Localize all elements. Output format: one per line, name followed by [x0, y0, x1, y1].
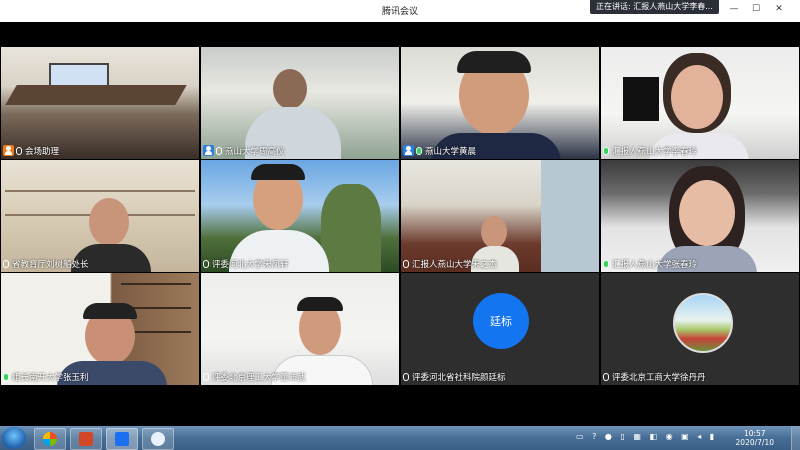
participant-label: 评委北京理工大学董沛武 [203, 370, 306, 383]
participant-name: 省教育厅刘树船处长 [12, 259, 89, 270]
participant-name: 评委北京工商大学徐丹丹 [612, 372, 706, 383]
participant-tile[interactable]: 组长南开大学张玉利 [1, 273, 199, 385]
participant-name: 燕山大学周高仪 [225, 146, 285, 157]
mic-on-icon [416, 146, 422, 155]
mic-off-icon [203, 259, 209, 268]
restore-button[interactable]: ☐ [749, 4, 763, 14]
participant-tile[interactable]: 燕山大学周高仪 [201, 47, 399, 159]
video-feed [601, 160, 799, 272]
participant-label: 汇报人燕山大学李春玲 [603, 144, 697, 157]
video-feed [201, 273, 399, 385]
participant-label: 评委北京工商大学徐丹丹 [603, 370, 706, 383]
mic-off-icon [3, 259, 9, 268]
participant-label: 汇报人燕山大学宋之杰 [403, 257, 497, 270]
show-desktop-button[interactable] [791, 426, 800, 450]
video-feed [401, 160, 599, 272]
video-grid: 会场助理 燕山大学周高仪 燕山大学黄晨 汇报人燕山大学李春玲 省教育厅刘树船处长… [0, 47, 800, 387]
powerpoint-icon[interactable] [70, 428, 102, 450]
participant-tile[interactable]: 燕山大学黄晨 [401, 47, 599, 159]
participant-name: 会场助理 [25, 146, 60, 157]
participant-name: 燕山大学黄晨 [425, 146, 477, 157]
video-feed [1, 160, 199, 272]
video-feed [1, 273, 199, 385]
video-feed [201, 47, 399, 159]
minimize-button[interactable]: — [727, 4, 741, 14]
taskbar-clock[interactable]: 10:57 2020/7/10 [736, 429, 774, 447]
participant-tile[interactable]: 汇报人燕山大学张春玲 [601, 160, 799, 272]
mic-off-icon [403, 259, 409, 268]
tencent-meeting-icon[interactable] [106, 428, 138, 450]
participant-tile[interactable]: 汇报人燕山大学李春玲 [601, 47, 799, 159]
mic-on-icon [3, 372, 9, 381]
participant-name: 汇报人燕山大学宋之杰 [412, 259, 498, 270]
mic-off-icon [16, 146, 22, 155]
participant-name: 汇报人燕山大学李春玲 [612, 146, 698, 157]
participant-label: 评委河北省社科院颜廷标 [403, 370, 506, 383]
participant-name: 组长南开大学张玉利 [12, 372, 89, 383]
participant-avatar-photo [673, 293, 733, 353]
start-icon[interactable] [2, 427, 26, 449]
participant-tile[interactable]: 省教育厅刘树船处长 [1, 160, 199, 272]
participant-label: 燕山大学周高仪 [203, 144, 285, 157]
clock-date: 2020/7/10 [735, 438, 774, 447]
mic-off-icon [603, 372, 609, 381]
participant-name: 评委北京理工大学董沛武 [212, 372, 306, 383]
video-feed [201, 160, 399, 272]
participant-tile[interactable]: 会场助理 [1, 47, 199, 159]
participant-tile[interactable]: 评委北京工商大学徐丹丹 [601, 273, 799, 385]
participant-label: 组长南开大学张玉利 [3, 370, 89, 383]
video-feed [1, 47, 199, 159]
media-icon[interactable] [34, 428, 66, 450]
system-tray[interactable]: ▭ ? ● ▯ ▦ ◧ ◉ ▣ ◂ ▮ [576, 432, 717, 441]
mic-off-icon [403, 372, 409, 381]
participant-label: 燕山大学黄晨 [403, 144, 476, 157]
participant-tile[interactable]: 汇报人燕山大学宋之杰 [401, 160, 599, 272]
participant-label: 会场助理 [3, 144, 59, 157]
participant-label: 评委河北大学宋凤轩 [203, 257, 289, 270]
mic-on-icon [603, 259, 609, 268]
clock-time: 10:57 [743, 429, 766, 438]
participant-name: 评委河北省社科院颜廷标 [412, 372, 506, 383]
video-feed [601, 47, 799, 159]
participant-label: 省教育厅刘树船处长 [3, 257, 89, 270]
participant-avatar: 廷标 [473, 293, 529, 349]
video-feed [401, 47, 599, 159]
participant-label: 汇报人燕山大学张春玲 [603, 257, 697, 270]
mic-on-icon [603, 146, 609, 155]
participant-tile[interactable]: 廷标 评委河北省社科院颜廷标 [401, 273, 599, 385]
user-icon [403, 145, 414, 156]
participant-name: 评委河北大学宋凤轩 [212, 259, 289, 270]
user-icon [203, 145, 214, 156]
close-button[interactable]: ✕ [772, 4, 786, 14]
windows-taskbar: ▭ ? ● ▯ ▦ ◧ ◉ ▣ ◂ ▮ 10:57 2020/7/10 [0, 426, 800, 450]
participant-tile[interactable]: 评委北京理工大学董沛武 [201, 273, 399, 385]
host-icon [3, 145, 14, 156]
speaking-indicator: 正在讲话: 汇报人燕山大学李春... [590, 0, 719, 14]
mic-off-icon [203, 372, 209, 381]
participant-tile[interactable]: 评委河北大学宋凤轩 [201, 160, 399, 272]
participant-name: 汇报人燕山大学张春玲 [612, 259, 698, 270]
mic-off-icon [216, 146, 222, 155]
cloud-icon[interactable] [142, 428, 174, 450]
window-titlebar: 腾讯会议 正在讲话: 汇报人燕山大学李春... — ☐ ✕ [0, 0, 800, 22]
